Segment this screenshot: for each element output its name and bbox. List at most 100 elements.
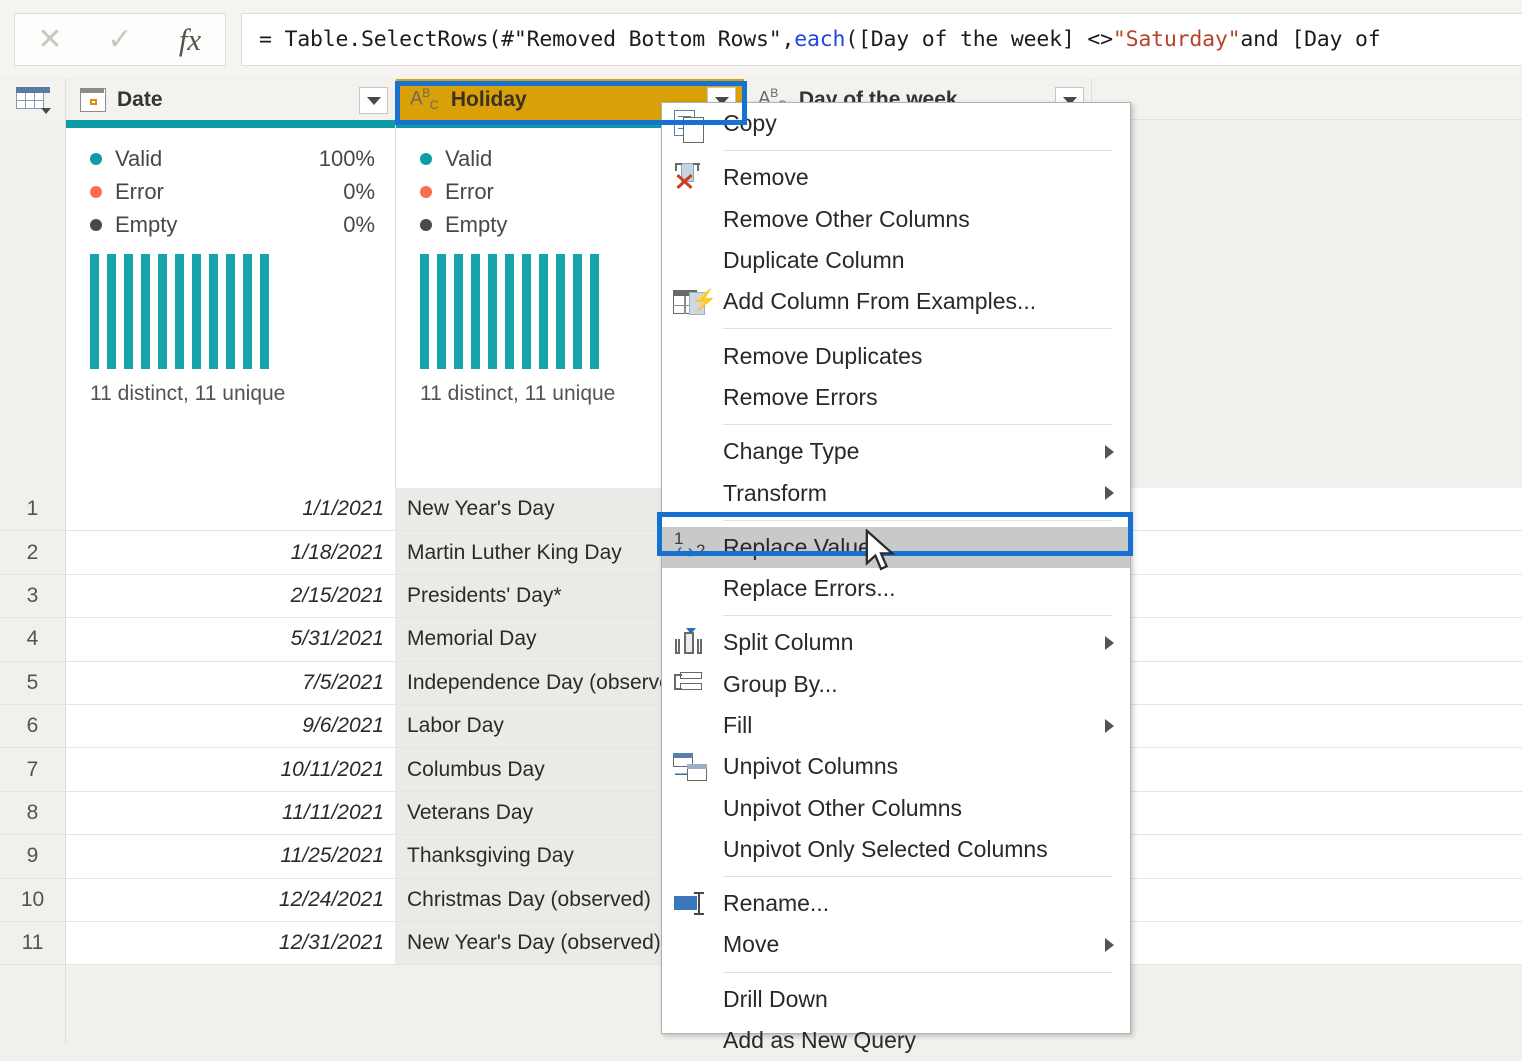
chevron-right-icon bbox=[1105, 635, 1114, 650]
menu-item-split-column[interactable]: Split Column bbox=[662, 622, 1130, 663]
cell-date[interactable]: 1/18/2021 bbox=[66, 531, 396, 575]
menu-item-remove-errors[interactable]: Remove Errors bbox=[662, 377, 1130, 418]
menu-separator bbox=[723, 876, 1112, 878]
cell-date[interactable]: 10/11/2021 bbox=[66, 748, 396, 792]
menu-separator bbox=[723, 424, 1112, 426]
chevron-right-icon bbox=[1105, 486, 1114, 501]
select-all-corner-button[interactable] bbox=[0, 79, 66, 120]
cell-filler bbox=[1092, 791, 1522, 836]
cell-date[interactable]: 12/24/2021 bbox=[66, 878, 396, 922]
abc-type-icon-holiday: ABC bbox=[410, 86, 438, 113]
cell-filler bbox=[1092, 704, 1522, 749]
cell-filler bbox=[1092, 488, 1522, 532]
column-filter-dropdown-date[interactable] bbox=[359, 87, 388, 114]
menu-item-transform[interactable]: Transform bbox=[662, 472, 1130, 513]
cell-date[interactable]: 1/1/2021 bbox=[66, 488, 396, 532]
menu-separator bbox=[723, 971, 1112, 973]
menu-item-change-type[interactable]: Change Type bbox=[662, 431, 1130, 472]
row-number: 3 bbox=[0, 574, 66, 619]
column-header-date[interactable]: Date bbox=[66, 79, 396, 120]
cell-date[interactable]: 12/31/2021 bbox=[66, 921, 396, 966]
remove-column-icon bbox=[670, 162, 712, 194]
table-select-all-icon bbox=[15, 86, 51, 114]
date-icon bbox=[80, 87, 106, 112]
quality-list-date: Valid 100% Error 0% Empty 0% bbox=[90, 142, 375, 241]
menu-item-label: Group By... bbox=[723, 670, 838, 697]
quality-row-valid: Valid 100% bbox=[90, 142, 375, 175]
row-number: 9 bbox=[0, 835, 66, 879]
empty-dot-icon bbox=[90, 218, 102, 231]
replace-values-icon: 1 ↪ 2 bbox=[674, 529, 706, 565]
cell-filler bbox=[1092, 748, 1522, 792]
menu-item-label: Remove bbox=[723, 164, 809, 191]
menu-item-remove-duplicates[interactable]: Remove Duplicates bbox=[662, 335, 1130, 376]
menu-item-unpivot-other-columns[interactable]: Unpivot Other Columns bbox=[662, 787, 1130, 828]
menu-item-label: Split Column bbox=[723, 629, 854, 656]
menu-item-label: Drill Down bbox=[723, 985, 828, 1012]
menu-item-rename[interactable]: Rename... bbox=[662, 883, 1130, 924]
menu-item-unpivot-only-selected-columns[interactable]: Unpivot Only Selected Columns bbox=[662, 829, 1130, 870]
menu-item-duplicate-column[interactable]: Duplicate Column bbox=[662, 240, 1130, 281]
menu-item-label: Unpivot Columns bbox=[723, 753, 899, 780]
row-number: 7 bbox=[0, 748, 66, 792]
menu-item-drill-down[interactable]: Drill Down bbox=[662, 979, 1130, 1020]
menu-item-unpivot-columns[interactable]: ⟶ Unpivot Columns bbox=[662, 746, 1130, 787]
menu-item-fill[interactable]: Fill bbox=[662, 705, 1130, 746]
row-number: 1 bbox=[0, 488, 66, 532]
cell-date[interactable]: 11/25/2021 bbox=[66, 835, 396, 879]
menu-item-label: Transform bbox=[723, 479, 827, 506]
cell-date[interactable]: 9/6/2021 bbox=[66, 704, 396, 749]
value-distribution-histogram-holiday bbox=[420, 254, 599, 369]
cell-date[interactable]: 2/15/2021 bbox=[66, 574, 396, 619]
menu-item-label: Replace Errors... bbox=[723, 575, 896, 602]
cell-date[interactable]: 5/31/2021 bbox=[66, 618, 396, 662]
valid-dot-icon bbox=[420, 152, 432, 165]
formula-input[interactable]: = Table.SelectRows(#"Removed Bottom Rows… bbox=[241, 13, 1522, 66]
cell-filler bbox=[1092, 618, 1522, 662]
cell-date[interactable]: 11/11/2021 bbox=[66, 791, 396, 836]
menu-item-label: Rename... bbox=[723, 890, 830, 917]
formula-token: ([Day of the week] <> bbox=[845, 27, 1113, 52]
quality-bar-date bbox=[66, 120, 395, 128]
column-header-holiday-label: Holiday bbox=[450, 87, 527, 111]
unpivot-icon: ⟶ bbox=[670, 751, 712, 783]
menu-separator bbox=[723, 519, 1112, 521]
menu-item-move[interactable]: Move bbox=[662, 924, 1130, 965]
menu-item-copy[interactable]: Copy bbox=[662, 103, 1130, 144]
menu-item-add-as-new-query[interactable]: Add as New Query bbox=[662, 1020, 1130, 1061]
row-number: 2 bbox=[0, 531, 66, 575]
menu-item-group-by[interactable]: Group By... bbox=[662, 664, 1130, 705]
profile-gutter bbox=[0, 120, 66, 488]
error-dot-icon bbox=[90, 185, 102, 198]
cell-filler bbox=[1092, 661, 1522, 705]
close-x-icon[interactable]: ✕ bbox=[20, 14, 80, 65]
menu-item-label: Unpivot Only Selected Columns bbox=[723, 835, 1048, 862]
quality-row-error: Error 0% bbox=[90, 175, 375, 208]
menu-item-remove[interactable]: Remove bbox=[662, 157, 1130, 198]
chevron-right-icon bbox=[1105, 444, 1114, 459]
menu-item-add-column-from-examples[interactable]: ⚡ Add Column From Examples... bbox=[662, 281, 1130, 322]
mouse-pointer-icon bbox=[865, 529, 896, 571]
valid-dot-icon bbox=[90, 152, 102, 165]
menu-item-label: Fill bbox=[723, 712, 753, 738]
check-icon[interactable]: ✓ bbox=[90, 14, 150, 65]
fx-icon[interactable]: fx bbox=[160, 14, 220, 65]
copy-icon bbox=[670, 108, 712, 143]
cell-filler bbox=[1092, 921, 1522, 966]
menu-item-label: Remove Other Columns bbox=[723, 205, 970, 232]
menu-separator bbox=[723, 150, 1112, 152]
row-number: 11 bbox=[0, 921, 66, 966]
formula-token: = Table.SelectRows(#"Removed Bottom Rows… bbox=[259, 27, 795, 52]
cell-filler bbox=[1092, 835, 1522, 879]
row-number: 5 bbox=[0, 661, 66, 705]
column-profile-date: Valid 100% Error 0% Empty 0% 11 distinct… bbox=[66, 120, 396, 488]
error-dot-icon bbox=[420, 185, 432, 198]
formula-token: and [Day of bbox=[1240, 27, 1381, 52]
menu-item-remove-other-columns[interactable]: Remove Other Columns bbox=[662, 199, 1130, 240]
column-header-date-label: Date bbox=[117, 87, 163, 111]
formula-bar-buttons: ✕ ✓ fx bbox=[14, 13, 226, 66]
group-by-icon bbox=[670, 668, 712, 700]
quality-row-empty: Empty 0% bbox=[90, 208, 375, 241]
cell-date[interactable]: 7/5/2021 bbox=[66, 661, 396, 705]
menu-item-label: Add as New Query bbox=[723, 1027, 917, 1054]
